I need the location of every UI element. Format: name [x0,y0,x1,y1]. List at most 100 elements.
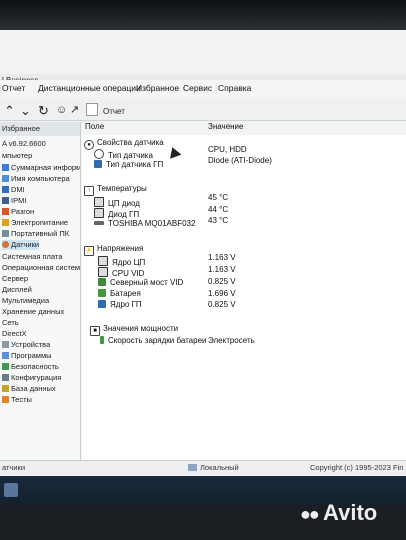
sidebar-item-laptop[interactable]: Портативный ПК [2,229,69,239]
sidebar-item-version[interactable]: A v6.92.6600 [2,139,46,149]
sidebar-item-power[interactable]: Электропитание [2,218,68,228]
sidebar-item-security[interactable]: Безопасность [2,362,59,372]
programs-icon [2,352,9,359]
sidebar-item-server[interactable]: Сервер [2,274,28,284]
sidebar-item-network[interactable]: Сеть [2,318,19,328]
menu-report[interactable]: Отчет [2,83,25,93]
menu-service[interactable]: Сервис [183,83,212,93]
group-title: Значения мощности [103,324,179,333]
table-row[interactable]: Северный мост VID [98,278,183,288]
group-power-values: ■ Значения мощности [90,324,178,336]
status-middle-label: Локальный [200,463,239,472]
cpu-icon [94,197,104,207]
status-bar: атчики Локальный Copyright (c) 1995-2023… [0,460,406,475]
laptop-icon [2,230,9,237]
row-value: 1.163 V [208,253,236,262]
sidebar-item-storage[interactable]: Хранение данных [2,307,64,317]
sidebar-item-computer[interactable]: мпьютер [2,151,32,161]
sidebar-item-summary[interactable]: Суммарная информа [2,163,80,173]
gpu-core-icon [98,300,106,308]
sidebar-item-multimedia[interactable]: Мультимедиа [2,296,49,306]
row-value: 0.825 V [208,277,236,286]
sidebar-item-dmi[interactable]: DMI [2,185,25,195]
sidebar-item-display[interactable]: Дисплей [2,285,32,295]
avito-logo-icon: ●● [300,504,320,524]
sidebar-item-tests[interactable]: Тесты [2,395,32,405]
sidebar-item-label: Безопасность [11,362,59,371]
chevron-down-icon[interactable]: ⌄ [20,104,31,117]
sidebar-item-label: Имя компьютера [11,174,70,183]
menu-help[interactable]: Справка [218,83,251,93]
sidebar-item-label: Портативный ПК [11,229,70,238]
chevron-up-icon[interactable]: ⌃ [4,104,15,117]
row-value: Электросеть [208,336,255,345]
sidebar-item-programs[interactable]: Программы [2,351,52,361]
devices-icon [2,341,9,348]
mouse-cursor-icon [166,145,182,159]
row-label: ЦП диод [108,199,140,208]
gpu-icon [94,160,102,168]
thermometer-icon: ↑ [84,186,94,196]
sidebar-item-label: IPMI [11,196,27,205]
app-screen: l Business Отчет Дистанционные операции … [0,0,406,505]
group-temperatures: ↑ Температуры [84,184,147,196]
row-value: CPU, HDD [208,145,247,154]
row-label: Ядро ЦП [112,258,146,267]
row-label: Батарея [110,289,141,298]
sidebar-item-label: Программы [11,351,52,360]
config-icon [2,374,9,381]
row-label: Северный мост VID [110,278,184,287]
sidebar-header[interactable]: Избранное [0,122,80,136]
column-header-value[interactable]: Значение [208,119,243,135]
sidebar-item-label: Конфигурация [11,373,62,382]
refresh-icon[interactable]: ↻ [38,104,49,117]
column-header-field[interactable]: Поле [85,119,104,135]
sidebar-item-overclock[interactable]: Разгон [2,207,34,217]
report-panel: ● Свойства датчика Тип датчика CPU, HDD Т… [82,135,406,460]
row-label: Тип датчика [108,151,153,160]
row-value: 44 °C [208,205,229,214]
row-value: 0.825 V [208,300,236,309]
group-title: Свойства датчика [97,138,164,147]
sidebar-item-sensors[interactable]: Датчики [2,240,40,250]
summary-icon [2,164,9,171]
sidebar-item-devices[interactable]: Устройства [2,340,50,350]
status-right: Copyright (c) 1995-2023 Fin [310,463,404,472]
hdd-icon [94,221,104,225]
table-row[interactable]: Скорость зарядки батареи [100,336,207,346]
menu-remote[interactable]: Дистанционные операции [38,83,141,93]
sidebar-item-directx[interactable]: DirectX [2,329,27,339]
sidebar-item-os[interactable]: Операционная система [2,263,80,273]
table-row[interactable]: Батарея [98,289,141,299]
report-tab-label: Отчет [103,107,125,116]
sidebar-item-computer-name[interactable]: Имя компьютера [2,174,70,184]
sidebar-item-database[interactable]: База данных [2,384,56,394]
row-label: CPU VID [112,269,145,278]
row-value: 1.696 V [208,289,236,298]
report-tab[interactable]: Отчет [86,103,125,116]
sidebar-item-label: Электропитание [11,218,69,227]
watermark-text: Avito [323,500,378,525]
row-label: Скорость зарядки батареи [108,336,207,345]
row-value: 45 °C [208,193,229,202]
ipmi-icon [2,197,9,204]
row-value: 1.163 V [208,265,236,274]
menu-favorites[interactable]: Избранное [136,83,179,93]
start-icon[interactable] [4,483,18,497]
table-row[interactable]: Ядро ГП [98,300,142,310]
status-middle: Локальный [188,461,239,475]
sidebar-item-motherboard[interactable]: Системная плата [2,252,62,262]
sidebar: Избранное A v6.92.6600 мпьютер Суммарная… [0,122,81,460]
chart-icon[interactable]: ↗ [70,104,79,117]
monitor-bezel [0,0,406,30]
sidebar-item-ipmi[interactable]: IPMI [2,196,26,206]
menu-bar: Отчет Дистанционные операции Избранное С… [0,80,406,96]
local-icon [188,464,197,471]
user-icon[interactable]: ☺ [56,104,67,117]
table-row[interactable]: TOSHIBA MQ01ABF032 [94,219,195,229]
sidebar-item-label: Устройства [11,340,51,349]
table-row[interactable]: Тип датчика ГП [94,160,163,170]
sidebar-item-config[interactable]: Конфигурация [2,373,61,383]
status-left: атчики [2,463,26,472]
sensor-group-icon: ● [84,140,94,150]
